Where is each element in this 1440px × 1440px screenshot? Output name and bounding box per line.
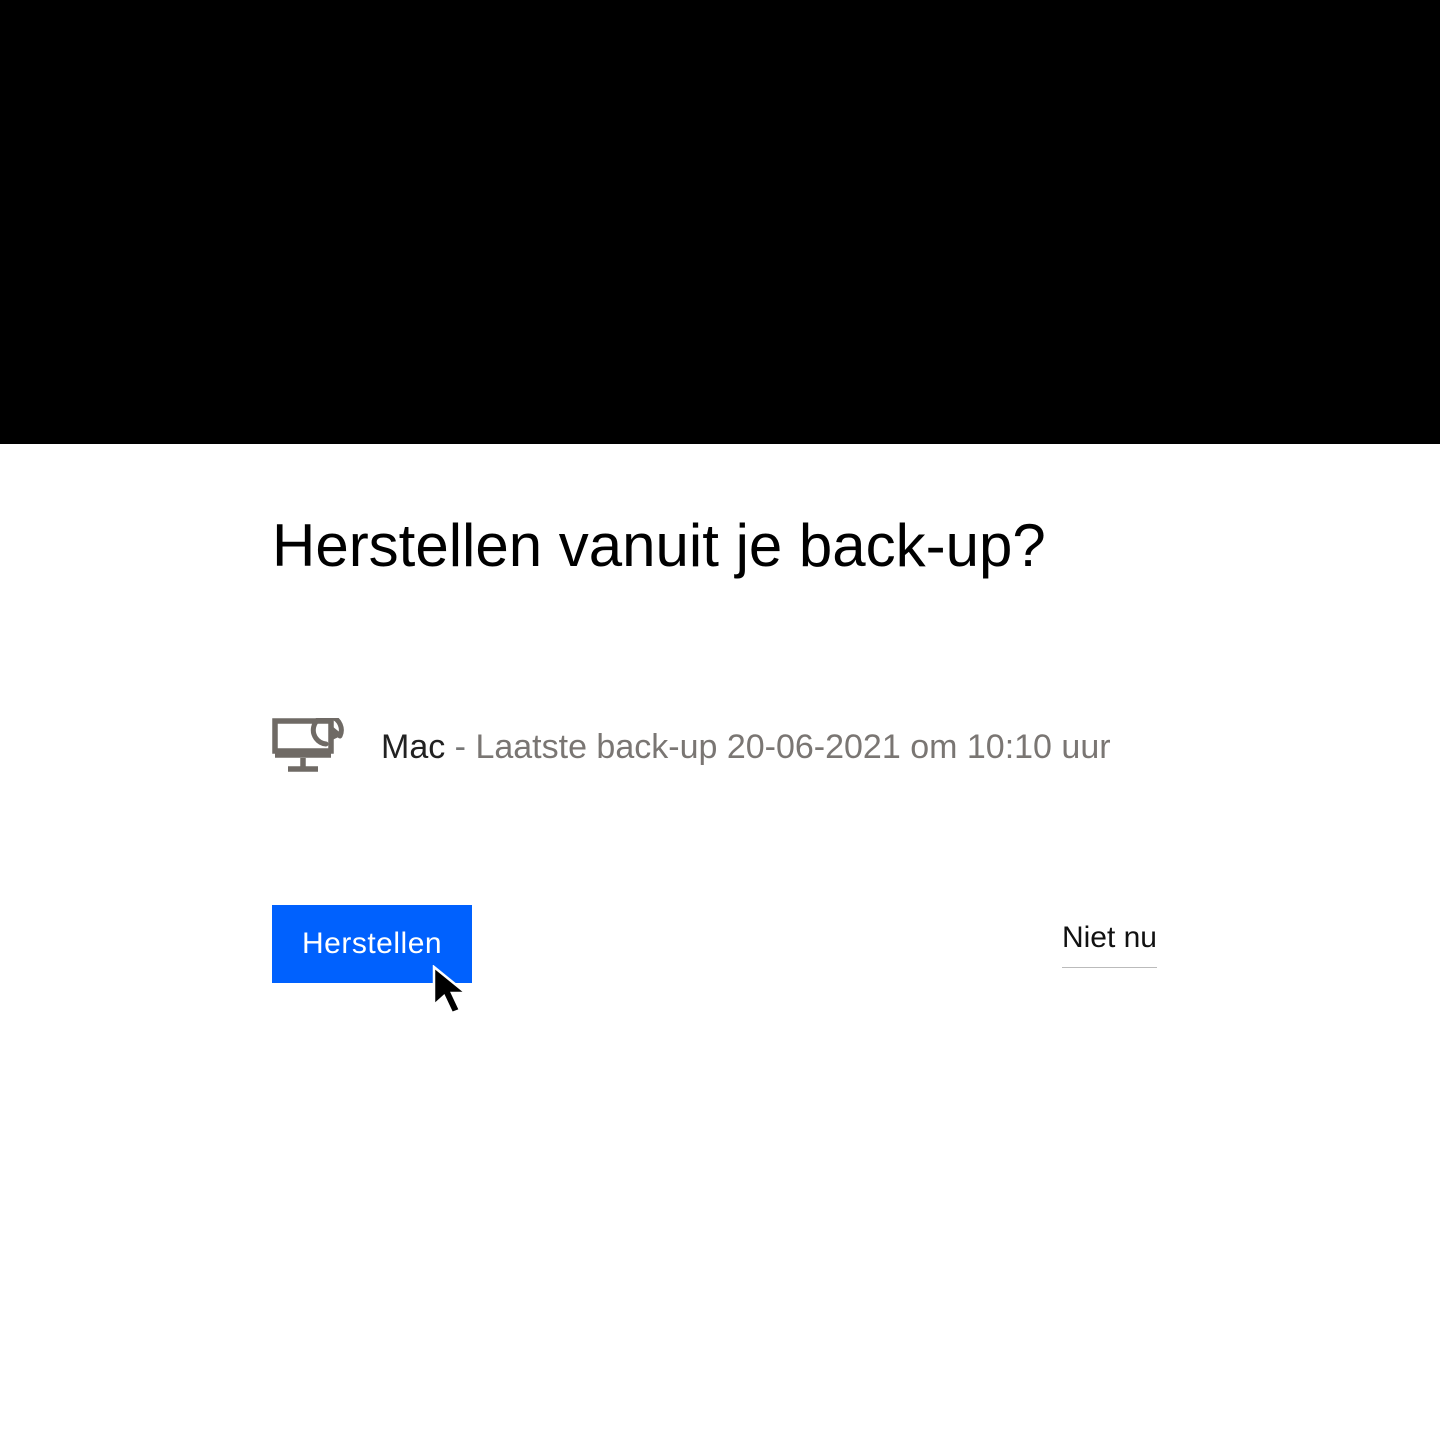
dialog-title: Herstellen vanuit je back-up?: [272, 508, 1168, 583]
device-backup-detail: Laatste back-up 20-06-2021 om 10:10 uur: [475, 728, 1110, 766]
monitor-restore-icon: [272, 718, 347, 775]
device-info-text: Mac - Laatste back-up 20-06-2021 om 10:1…: [381, 730, 1111, 764]
dialog-button-row: Herstellen Niet nu: [272, 905, 1157, 983]
restore-button[interactable]: Herstellen: [272, 905, 472, 983]
not-now-link[interactable]: Niet nu: [1062, 921, 1157, 968]
top-black-band: [0, 0, 1440, 444]
device-separator: -: [445, 728, 475, 766]
device-name: Mac: [381, 728, 445, 766]
dialog-content: Herstellen vanuit je back-up? Mac - Laat…: [0, 444, 1440, 983]
device-row: Mac - Laatste back-up 20-06-2021 om 10:1…: [272, 718, 1168, 775]
